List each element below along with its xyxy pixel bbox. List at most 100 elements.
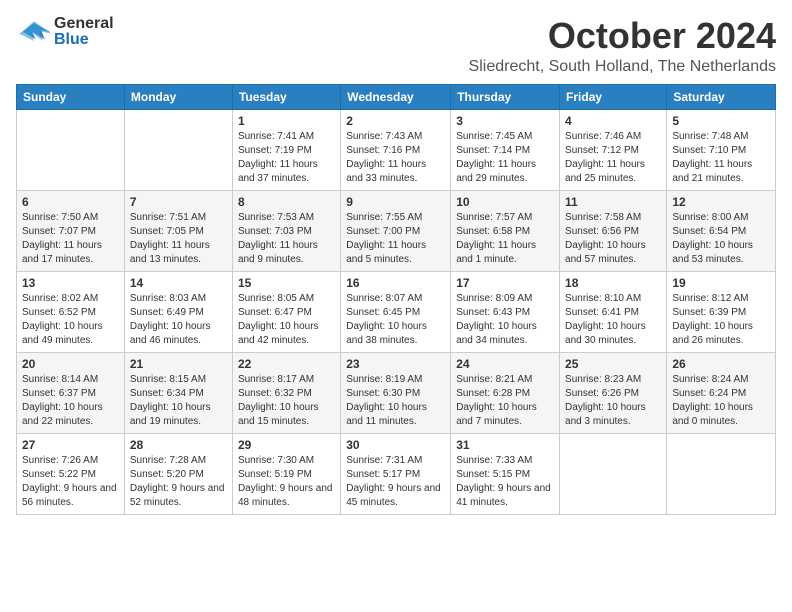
logo-name: General Blue [54,16,114,48]
day-info: Sunrise: 8:24 AM Sunset: 6:24 PM Dayligh… [672,373,770,429]
day-info: Sunrise: 8:00 AM Sunset: 6:54 PM Dayligh… [672,211,770,267]
calendar-week-row: 1 Sunrise: 7:41 AM Sunset: 7:19 PM Daylig… [17,109,776,190]
calendar-cell: 15 Sunrise: 8:05 AM Sunset: 6:47 PM Dayli… [232,271,340,352]
day-number: 12 [672,195,770,209]
calendar-week-row: 13Sunrise: 8:02 AM Sunset: 6:52 PM Dayli… [17,271,776,352]
day-number: 15 [238,276,335,290]
calendar-week-row: 20Sunrise: 8:14 AM Sunset: 6:37 PM Dayli… [17,352,776,433]
day-info: Sunrise: 8:05 AM Sunset: 6:47 PM Dayligh… [238,292,335,348]
calendar-cell: 2Sunrise: 7:43 AM Sunset: 7:16 PM Daylig… [341,109,451,190]
day-number: 3 [456,114,554,128]
day-number: 23 [346,357,445,371]
day-number: 27 [22,438,119,452]
calendar-cell: 14Sunrise: 8:03 AM Sunset: 6:49 PM Dayli… [124,271,232,352]
day-info: Sunrise: 8:23 AM Sunset: 6:26 PM Dayligh… [565,373,661,429]
logo: General Blue [16,16,114,48]
calendar-cell: 1 Sunrise: 7:41 AM Sunset: 7:19 PM Daylig… [232,109,340,190]
calendar-cell: 29 Sunrise: 7:30 AM Sunset: 5:19 PM Dayli… [232,433,340,514]
calendar-cell: 6 Sunrise: 7:50 AM Sunset: 7:07 PM Daylig… [17,190,125,271]
calendar-cell: 11 Sunrise: 7:58 AM Sunset: 6:56 PM Dayli… [560,190,667,271]
day-info: Sunrise: 8:15 AM Sunset: 6:34 PM Dayligh… [130,373,227,429]
day-info: Sunrise: 8:09 AM Sunset: 6:43 PM Dayligh… [456,292,554,348]
day-number: 24 [456,357,554,371]
day-number: 21 [130,357,227,371]
page-header: General Blue October 2024 Sliedrecht, So… [16,16,776,76]
day-number: 10 [456,195,554,209]
day-info: Sunrise: 8:17 AM Sunset: 6:32 PM Dayligh… [238,373,335,429]
day-header: Tuesday [232,84,340,109]
calendar-cell: 28 Sunrise: 7:28 AM Sunset: 5:20 PM Dayli… [124,433,232,514]
day-header: Saturday [667,84,776,109]
calendar-cell: 4 Sunrise: 7:46 AM Sunset: 7:12 PM Daylig… [560,109,667,190]
day-info: Sunrise: 7:50 AM Sunset: 7:07 PM Dayligh… [22,211,119,267]
day-info: Sunrise: 7:26 AM Sunset: 5:22 PM Dayligh… [22,454,119,510]
day-info: Sunrise: 7:45 AM Sunset: 7:14 PM Dayligh… [456,130,554,186]
calendar-cell: 13Sunrise: 8:02 AM Sunset: 6:52 PM Dayli… [17,271,125,352]
calendar-cell: 5Sunrise: 7:48 AM Sunset: 7:10 PM Daylig… [667,109,776,190]
calendar-cell: 9 Sunrise: 7:55 AM Sunset: 7:00 PM Daylig… [341,190,451,271]
day-info: Sunrise: 8:02 AM Sunset: 6:52 PM Dayligh… [22,292,119,348]
day-header: Friday [560,84,667,109]
calendar-cell: 24 Sunrise: 8:21 AM Sunset: 6:28 PM Dayli… [451,352,560,433]
day-number: 4 [565,114,661,128]
day-number: 22 [238,357,335,371]
calendar-cell: 21 Sunrise: 8:15 AM Sunset: 6:34 PM Dayli… [124,352,232,433]
calendar-cell: 8 Sunrise: 7:53 AM Sunset: 7:03 PM Daylig… [232,190,340,271]
calendar-cell: 3 Sunrise: 7:45 AM Sunset: 7:14 PM Daylig… [451,109,560,190]
day-number: 16 [346,276,445,290]
day-number: 11 [565,195,661,209]
day-info: Sunrise: 7:41 AM Sunset: 7:19 PM Dayligh… [238,130,335,186]
day-number: 5 [672,114,770,128]
day-header: Monday [124,84,232,109]
logo-general-text: General [54,16,114,32]
day-number: 6 [22,195,119,209]
day-info: Sunrise: 8:12 AM Sunset: 6:39 PM Dayligh… [672,292,770,348]
day-number: 7 [130,195,227,209]
day-info: Sunrise: 7:46 AM Sunset: 7:12 PM Dayligh… [565,130,661,186]
calendar-cell [560,433,667,514]
calendar-cell [667,433,776,514]
day-info: Sunrise: 7:31 AM Sunset: 5:17 PM Dayligh… [346,454,445,510]
day-info: Sunrise: 8:21 AM Sunset: 6:28 PM Dayligh… [456,373,554,429]
day-number: 28 [130,438,227,452]
day-number: 18 [565,276,661,290]
day-info: Sunrise: 7:57 AM Sunset: 6:58 PM Dayligh… [456,211,554,267]
calendar-cell: 22 Sunrise: 8:17 AM Sunset: 6:32 PM Dayli… [232,352,340,433]
calendar-cell: 30 Sunrise: 7:31 AM Sunset: 5:17 PM Dayli… [341,433,451,514]
calendar-cell: 26 Sunrise: 8:24 AM Sunset: 6:24 PM Dayli… [667,352,776,433]
calendar-cell: 18Sunrise: 8:10 AM Sunset: 6:41 PM Dayli… [560,271,667,352]
day-info: Sunrise: 7:53 AM Sunset: 7:03 PM Dayligh… [238,211,335,267]
day-info: Sunrise: 8:07 AM Sunset: 6:45 PM Dayligh… [346,292,445,348]
day-info: Sunrise: 7:30 AM Sunset: 5:19 PM Dayligh… [238,454,335,510]
day-number: 30 [346,438,445,452]
day-number: 1 [238,114,335,128]
calendar-table: SundayMondayTuesdayWednesdayThursdayFrid… [16,84,776,515]
day-number: 8 [238,195,335,209]
day-info: Sunrise: 7:43 AM Sunset: 7:16 PM Dayligh… [346,130,445,186]
day-number: 9 [346,195,445,209]
calendar-cell: 10 Sunrise: 7:57 AM Sunset: 6:58 PM Dayli… [451,190,560,271]
calendar-cell: 27 Sunrise: 7:26 AM Sunset: 5:22 PM Dayli… [17,433,125,514]
day-info: Sunrise: 7:51 AM Sunset: 7:05 PM Dayligh… [130,211,227,267]
location-title: Sliedrecht, South Holland, The Netherlan… [469,58,776,76]
calendar-cell: 20Sunrise: 8:14 AM Sunset: 6:37 PM Dayli… [17,352,125,433]
calendar-week-row: 6 Sunrise: 7:50 AM Sunset: 7:07 PM Daylig… [17,190,776,271]
day-number: 26 [672,357,770,371]
calendar-cell: 23Sunrise: 8:19 AM Sunset: 6:30 PM Dayli… [341,352,451,433]
calendar-cell [17,109,125,190]
day-info: Sunrise: 7:58 AM Sunset: 6:56 PM Dayligh… [565,211,661,267]
calendar-header-row: SundayMondayTuesdayWednesdayThursdayFrid… [17,84,776,109]
calendar-cell: 25Sunrise: 8:23 AM Sunset: 6:26 PM Dayli… [560,352,667,433]
day-info: Sunrise: 8:03 AM Sunset: 6:49 PM Dayligh… [130,292,227,348]
calendar-cell: 17 Sunrise: 8:09 AM Sunset: 6:43 PM Dayli… [451,271,560,352]
calendar-cell: 7 Sunrise: 7:51 AM Sunset: 7:05 PM Daylig… [124,190,232,271]
day-info: Sunrise: 7:28 AM Sunset: 5:20 PM Dayligh… [130,454,227,510]
day-number: 31 [456,438,554,452]
calendar-week-row: 27 Sunrise: 7:26 AM Sunset: 5:22 PM Dayli… [17,433,776,514]
day-number: 29 [238,438,335,452]
day-number: 19 [672,276,770,290]
day-info: Sunrise: 7:33 AM Sunset: 5:15 PM Dayligh… [456,454,554,510]
day-number: 17 [456,276,554,290]
day-info: Sunrise: 7:55 AM Sunset: 7:00 PM Dayligh… [346,211,445,267]
day-info: Sunrise: 8:14 AM Sunset: 6:37 PM Dayligh… [22,373,119,429]
